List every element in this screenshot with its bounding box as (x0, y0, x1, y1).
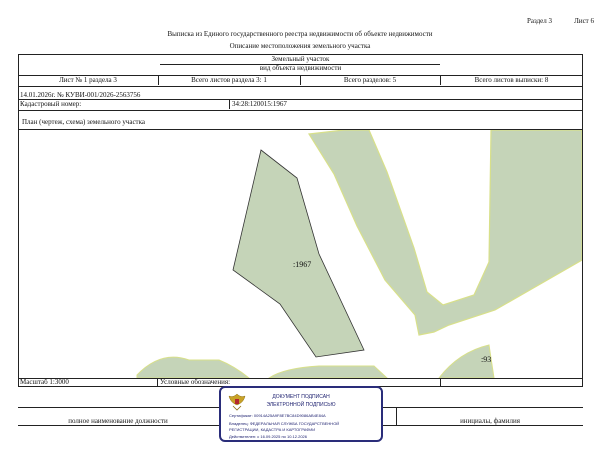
document-title: Выписка из Единого государственного реес… (167, 30, 433, 38)
divider (229, 99, 230, 109)
object-kind-caption: вид объекта недвижимости (259, 64, 342, 72)
stamp-certificate: Сертификат: 00914A25A9F8E7BC84D9086AB4E8… (229, 413, 326, 418)
bottom-parcel-mid (268, 365, 388, 378)
position-caption: полное наименование должности (68, 417, 168, 425)
cadastral-label: Кадастровый номер: (20, 100, 82, 108)
section-label: Раздел 3 (526, 17, 552, 25)
neighbor-parcel-shape (307, 130, 582, 336)
bottom-parcel-left (136, 356, 250, 378)
name-caption: инициалы, фамилия (460, 417, 520, 425)
scale-label: Масштаб 1:3000 (20, 378, 69, 386)
stamp-line-2: ЭЛЕКТРОННОЙ ПОДПИСЬЮ (266, 402, 336, 408)
sheet-label: Лист 6 (574, 17, 594, 25)
plan-drawing: :1967 :93 (136, 130, 582, 378)
stamp-validity: Действителен: с 16.09.2025 по 10.12.2026 (229, 434, 307, 439)
neighbor-parcel-river (307, 130, 582, 336)
sheet-number: Лист № 1 раздела 3 (59, 76, 117, 84)
divider (18, 110, 583, 111)
extract-sheets-total: Всего листов выписки: 8 (474, 76, 549, 84)
divider (440, 378, 441, 387)
divider (18, 86, 583, 87)
legend-label: Условные обозначения: (160, 378, 231, 386)
stamp-owner-1: Владелец: ФЕДЕРАЛЬНАЯ СЛУЖБА ГОСУДАРСТВЕ… (229, 421, 340, 426)
sections-total: Всего разделов: 5 (343, 76, 397, 84)
stamp-line-1: ДОКУМЕНТ ПОДПИСАН (272, 394, 330, 400)
divider (396, 407, 397, 425)
cadastral-number: 34:28:120015:1967 (232, 100, 287, 108)
plot-label: :1967 (293, 260, 311, 269)
divider (157, 378, 158, 387)
plan-caption: План (чертеж, схема) земельного участка (22, 118, 146, 126)
e-signature-stamp: ДОКУМЕНТ ПОДПИСАН ЭЛЕКТРОННОЙ ПОДПИСЬЮ С… (219, 386, 383, 442)
divider (18, 378, 583, 379)
document-subtitle: Описание местоположения земельного участ… (229, 42, 371, 50)
edge-parcel-label: :93 (481, 355, 491, 364)
stamp-owner-2: РЕГИСТРАЦИИ, КАДАСТРА И КАРТОГРАФИИ (229, 427, 316, 432)
object-type: Земельный участок (271, 55, 330, 63)
sheets-in-section: Всего листов раздела 3: 1 (191, 76, 267, 84)
divider (18, 99, 583, 100)
